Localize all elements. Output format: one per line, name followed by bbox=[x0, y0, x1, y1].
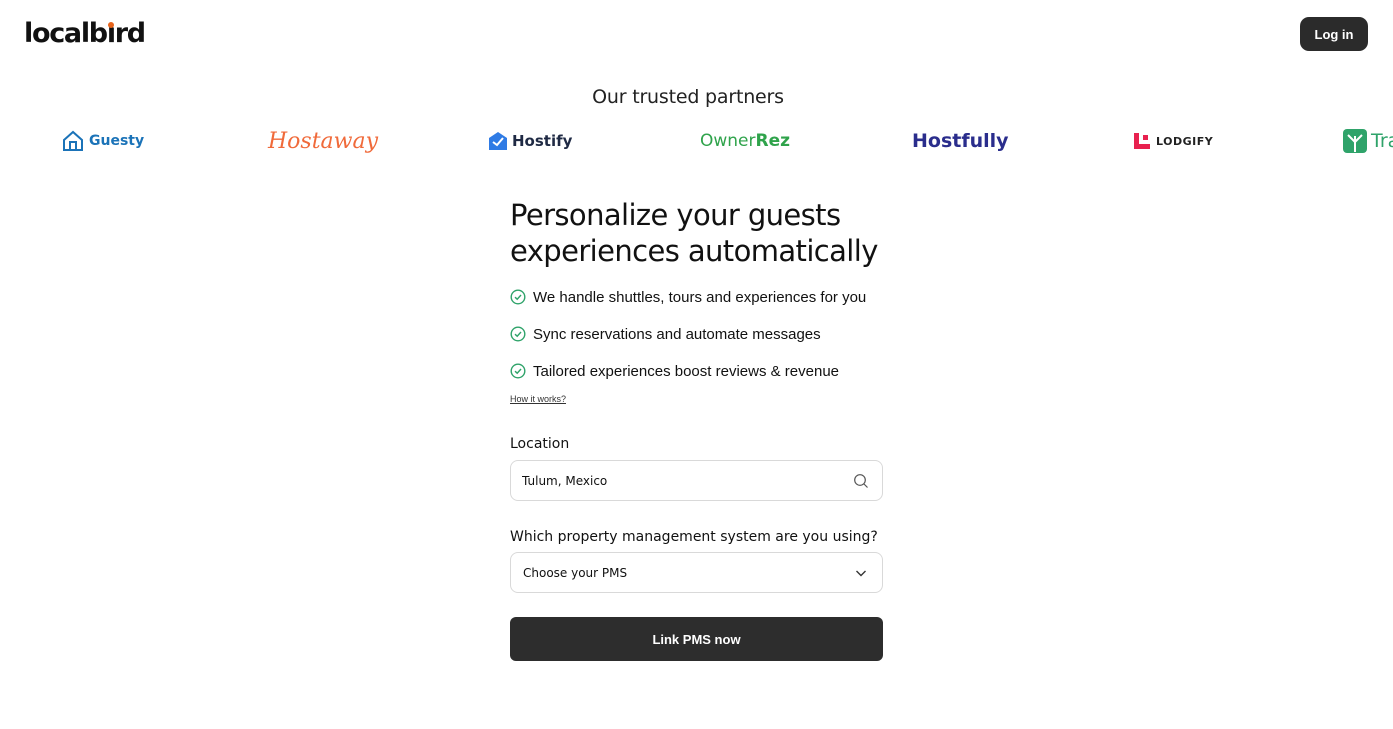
partner-logo-lodgify: LODGIFY bbox=[1134, 124, 1213, 158]
check-circle-icon bbox=[510, 289, 526, 305]
logo-text-end: rd bbox=[114, 18, 146, 49]
partner-name-a: Owner bbox=[700, 131, 756, 151]
partner-logo-hostify: Hostify bbox=[488, 124, 572, 158]
location-field[interactable] bbox=[510, 460, 883, 501]
partner-name: Track bbox=[1371, 130, 1393, 152]
lodgify-mark-icon bbox=[1134, 133, 1150, 149]
pms-selected-value[interactable]: Choose your PMS bbox=[511, 566, 851, 580]
hero-title-line1: Personalize your guests bbox=[510, 198, 841, 232]
leaf-icon bbox=[1343, 129, 1367, 153]
search-icon[interactable] bbox=[851, 471, 871, 491]
benefits-list: We handle shuttles, tours and experience… bbox=[510, 286, 866, 397]
benefit-text: We handle shuttles, tours and experience… bbox=[533, 288, 867, 306]
chevron-down-icon[interactable] bbox=[851, 563, 871, 583]
partners-title: Our trusted partners bbox=[592, 86, 784, 108]
location-label: Location bbox=[510, 436, 570, 452]
location-input[interactable] bbox=[511, 461, 851, 500]
logo-dot bbox=[107, 22, 114, 28]
partner-name: Guesty bbox=[89, 133, 145, 149]
link-pms-button[interactable]: Link PMS now bbox=[510, 617, 883, 661]
pms-label: Which property management system are you… bbox=[510, 529, 878, 545]
partner-logo-guesty: Guesty bbox=[62, 124, 144, 158]
hero-title-line2: experiences automatically bbox=[510, 234, 878, 268]
how-it-works-link[interactable]: How it works? bbox=[510, 394, 566, 404]
hero-title: Personalize your guests experiences auto… bbox=[510, 197, 910, 269]
house-icon bbox=[63, 130, 83, 151]
check-circle-icon bbox=[510, 326, 526, 342]
partner-name-b: Rez bbox=[755, 131, 791, 151]
partner-logo-hostfully: Hostfully bbox=[912, 124, 1009, 158]
check-circle-icon bbox=[510, 363, 526, 379]
partner-name: Hostaway bbox=[268, 128, 379, 154]
hostify-badge-icon bbox=[489, 132, 507, 150]
pms-select[interactable]: Choose your PMS bbox=[510, 552, 883, 593]
logo-text-start: localb bbox=[24, 18, 108, 49]
benefit-item: We handle shuttles, tours and experience… bbox=[510, 286, 866, 308]
logo-i: ı bbox=[107, 18, 116, 49]
partner-name: LODGIFY bbox=[1156, 134, 1214, 148]
partner-name: Hostify bbox=[512, 132, 573, 150]
partner-name: Hostfully bbox=[912, 130, 1009, 152]
benefit-item: Sync reservations and automate messages bbox=[510, 323, 866, 345]
partner-logo-hostaway: Hostaway bbox=[268, 124, 378, 158]
benefit-text: Tailored experiences boost reviews & rev… bbox=[533, 362, 839, 380]
login-button[interactable]: Log in bbox=[1300, 17, 1368, 51]
localbird-logo[interactable]: localbı rd bbox=[24, 17, 146, 51]
benefit-item: Tailored experiences boost reviews & rev… bbox=[510, 360, 866, 382]
partner-logo-ownerrez: Owner Rez bbox=[700, 124, 790, 158]
benefit-text: Sync reservations and automate messages bbox=[533, 325, 821, 343]
partner-logo-track: Track bbox=[1342, 124, 1393, 158]
